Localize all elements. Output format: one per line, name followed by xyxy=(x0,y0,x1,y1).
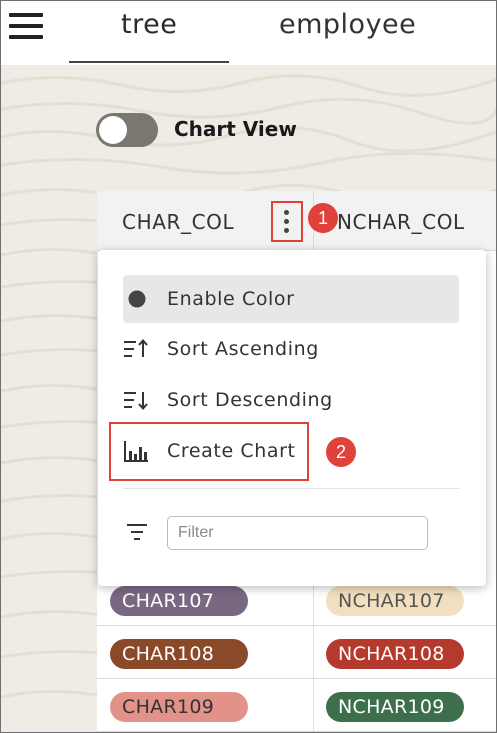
char-cell-pill: CHAR107 xyxy=(110,586,248,616)
menu-item-label: Sort Ascending xyxy=(167,338,319,360)
active-tab-indicator xyxy=(69,61,229,63)
menu-item-label: Sort Descending xyxy=(167,389,333,411)
sort-ascending-icon xyxy=(124,338,148,357)
annotation-badge-2: 2 xyxy=(326,437,356,467)
toggle-knob xyxy=(99,116,127,144)
chart-view-toggle[interactable] xyxy=(96,113,158,147)
dot-icon xyxy=(128,290,146,308)
menu-item-create-chart[interactable]: Create Chart xyxy=(123,427,459,475)
char-cell-pill: CHAR108 xyxy=(110,639,248,669)
sort-descending-icon xyxy=(124,392,148,411)
menu-item-enable-color[interactable]: Enable Color xyxy=(123,275,459,323)
menu-divider xyxy=(123,488,459,489)
column-header-nchar-col[interactable]: NCHAR_COL xyxy=(337,210,465,234)
menu-item-sort-descending[interactable]: Sort Descending xyxy=(123,376,459,424)
filter-icon xyxy=(127,524,147,540)
tab-tree[interactable]: tree xyxy=(121,9,177,49)
hamburger-menu-icon[interactable] xyxy=(9,13,43,41)
table-row: CHAR108 NCHAR108 xyxy=(97,627,496,679)
bar-chart-icon xyxy=(124,441,148,462)
menu-item-sort-ascending[interactable]: Sort Ascending xyxy=(123,325,459,373)
menu-item-label: Enable Color xyxy=(167,288,295,310)
nchar-cell-pill: NCHAR109 xyxy=(326,692,464,722)
chart-view-label: Chart View xyxy=(174,117,297,141)
column-context-menu: Enable Color Sort Ascending Sort Descend… xyxy=(98,250,486,586)
table-row: CHAR109 NCHAR109 xyxy=(97,680,496,732)
char-cell-pill: CHAR109 xyxy=(110,692,248,722)
annotation-badge-1: 1 xyxy=(308,203,338,233)
table-header: CHAR_COL NCHAR_COL xyxy=(97,191,496,251)
menu-item-label: Create Chart xyxy=(167,440,296,462)
top-bar: tree employee xyxy=(1,1,496,65)
column-header-char-col[interactable]: CHAR_COL xyxy=(122,210,234,234)
filter-input[interactable] xyxy=(167,516,428,550)
app-frame: tree employee Chart View CHAR_COL NCHAR_… xyxy=(0,0,497,733)
tab-employee[interactable]: employee xyxy=(279,9,416,49)
nchar-cell-pill: NCHAR107 xyxy=(326,586,464,616)
nchar-cell-pill: NCHAR108 xyxy=(326,639,464,669)
column-menu-kebab-icon[interactable] xyxy=(272,204,302,238)
